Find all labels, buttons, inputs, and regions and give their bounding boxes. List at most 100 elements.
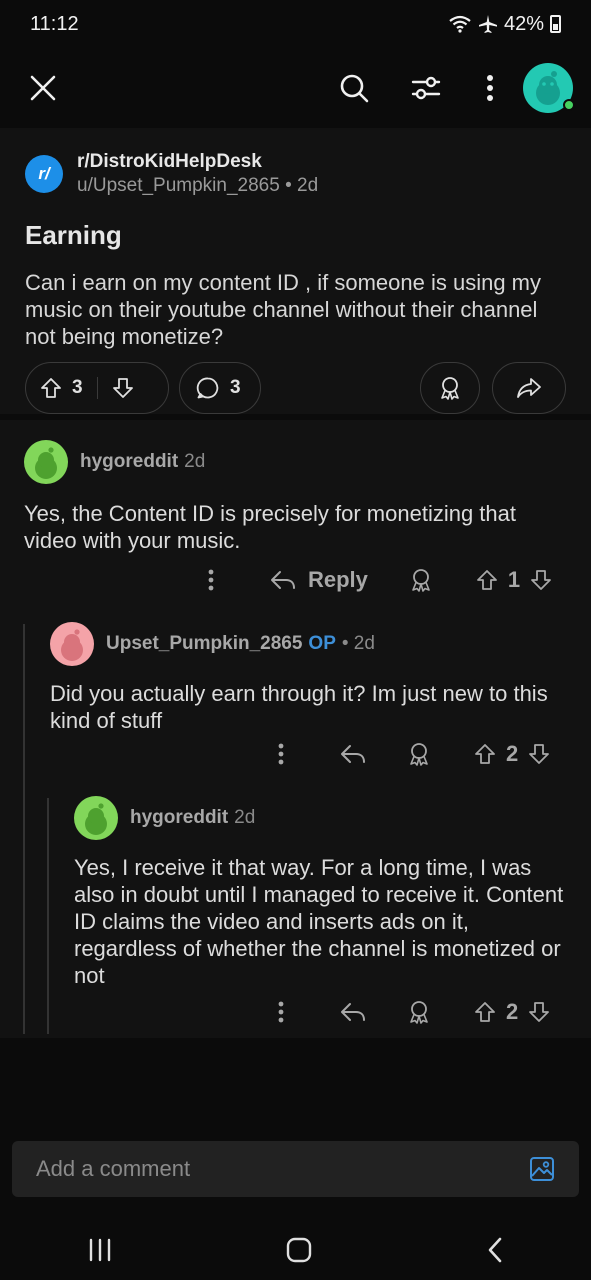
home-icon[interactable] — [286, 1237, 312, 1263]
thread-line — [47, 798, 49, 1034]
user-avatar[interactable] — [523, 63, 575, 113]
more-vertical-icon — [278, 743, 284, 765]
comment-username[interactable]: Upset_Pumpkin_2865 — [106, 633, 302, 655]
comment-header: hygoreddit 2d — [24, 440, 569, 484]
close-icon — [30, 75, 56, 101]
comment-time: 2d — [184, 451, 206, 472]
op-badge: OP — [308, 633, 336, 654]
comment-vote: 2 — [474, 741, 550, 767]
reply-label: Reply — [308, 567, 368, 592]
post-title: Earning — [25, 220, 122, 250]
comment-username[interactable]: hygoreddit — [80, 451, 178, 473]
post-vote-pill: 3 — [25, 362, 169, 414]
comment-score: 1 — [507, 567, 521, 592]
back-icon[interactable] — [486, 1237, 504, 1263]
comment-time: 2d — [234, 807, 256, 828]
system-nav-bar — [0, 1220, 591, 1280]
comment-actions: 2 — [266, 994, 571, 1030]
vote-divider — [96, 377, 98, 399]
close-button[interactable] — [18, 63, 68, 113]
downvote-icon[interactable] — [528, 743, 550, 765]
comment: hygoreddit 2d Yes, the Content ID is pre… — [24, 440, 569, 554]
search-button[interactable] — [329, 63, 379, 113]
wifi-icon — [449, 15, 471, 33]
battery-icon — [550, 15, 561, 33]
image-upload-icon[interactable] — [529, 1156, 555, 1182]
comment-vote: 2 — [474, 999, 550, 1025]
upvote-icon[interactable] — [474, 1001, 496, 1023]
snoo-avatar-icon — [61, 629, 83, 661]
post-author[interactable]: u/Upset_Pumpkin_2865 — [77, 175, 280, 196]
post-score: 3 — [72, 377, 83, 398]
post-comments-button[interactable]: 3 — [179, 362, 261, 414]
sort-filter-button[interactable] — [401, 63, 451, 113]
award-icon — [410, 743, 428, 766]
airplane-icon — [478, 15, 497, 33]
post-actions: 3 3 — [25, 362, 566, 414]
comment-text: Did you actually earn through it? Im jus… — [50, 681, 548, 733]
comment-more-button[interactable] — [266, 1001, 296, 1023]
status-bar: 11:12 42% — [0, 0, 591, 48]
reply-button[interactable] — [340, 1001, 366, 1023]
comment-username[interactable]: hygoreddit — [130, 807, 228, 829]
upvote-icon[interactable] — [40, 377, 62, 399]
avatar[interactable] — [50, 622, 94, 666]
comment-award-button[interactable] — [406, 999, 432, 1025]
comment-actions: 2 — [266, 736, 571, 772]
comment-text: Yes, I receive it that way. For a long t… — [74, 855, 564, 988]
comment-header: Upset_Pumpkin_2865 OP • 2d — [50, 622, 550, 666]
filter-icon — [411, 76, 441, 100]
post-share-button[interactable] — [492, 362, 566, 414]
award-icon — [412, 569, 430, 592]
bottom-area: Add a comment — [0, 1038, 591, 1280]
award-icon — [410, 1001, 428, 1024]
snoo-avatar-icon — [35, 447, 57, 479]
comment: hygoreddit 2d Yes, I receive it that way… — [74, 796, 564, 989]
add-comment-field[interactable]: Add a comment — [12, 1141, 579, 1197]
comment-placeholder: Add a comment — [36, 1156, 191, 1181]
comment-award-button[interactable] — [406, 741, 432, 767]
comment: Upset_Pumpkin_2865 OP • 2d Did you actua… — [50, 622, 550, 734]
comment-score: 2 — [506, 741, 519, 766]
comment-time: • 2d — [341, 633, 375, 654]
comment-actions: Reply 1 — [196, 562, 571, 598]
online-indicator — [563, 99, 575, 111]
downvote-icon[interactable] — [528, 1001, 550, 1023]
upvote-icon[interactable] — [476, 569, 498, 591]
reply-icon — [341, 745, 365, 763]
comment-vote: 1 — [476, 567, 552, 593]
more-vertical-icon — [487, 75, 493, 101]
subreddit-name[interactable]: r/DistroKidHelpDesk — [77, 150, 318, 174]
share-icon — [517, 378, 541, 398]
comment-more-button[interactable] — [266, 743, 296, 765]
more-vertical-icon — [208, 569, 214, 591]
reply-icon — [271, 571, 295, 589]
downvote-icon[interactable] — [112, 377, 134, 399]
comment-more-button[interactable] — [196, 569, 226, 591]
reply-icon — [341, 1003, 365, 1021]
post-award-button[interactable] — [420, 362, 480, 414]
comment-text: Yes, the Content ID is precisely for mon… — [24, 501, 516, 553]
downvote-icon[interactable] — [530, 569, 552, 591]
comments-section: hygoreddit 2d Yes, the Content ID is pre… — [0, 414, 591, 1038]
status-icons: 42% — [448, 13, 561, 36]
subreddit-icon[interactable]: r/ — [25, 155, 63, 193]
avatar[interactable] — [74, 796, 118, 840]
reply-button[interactable] — [340, 743, 366, 765]
post-meta: r/DistroKidHelpDesk u/Upset_Pumpkin_2865… — [77, 150, 318, 198]
search-icon — [340, 74, 369, 103]
clock: 11:12 — [30, 12, 79, 35]
comment-award-button[interactable] — [408, 567, 434, 593]
recent-apps-icon[interactable] — [87, 1238, 113, 1262]
post-author-line: u/Upset_Pumpkin_2865 • 2d — [77, 174, 318, 198]
battery-percent: 42% — [503, 12, 544, 35]
post-comment-count: 3 — [230, 377, 241, 398]
thread-line — [23, 624, 25, 1034]
avatar[interactable] — [24, 440, 68, 484]
post-header: r/ r/DistroKidHelpDesk u/Upset_Pumpkin_2… — [25, 150, 566, 198]
overflow-menu-button[interactable] — [465, 63, 515, 113]
comment-score: 2 — [506, 999, 519, 1024]
upvote-icon[interactable] — [474, 743, 496, 765]
reply-button[interactable]: Reply — [270, 567, 368, 593]
post-body: Can i earn on my content ID , if someone… — [25, 270, 542, 349]
